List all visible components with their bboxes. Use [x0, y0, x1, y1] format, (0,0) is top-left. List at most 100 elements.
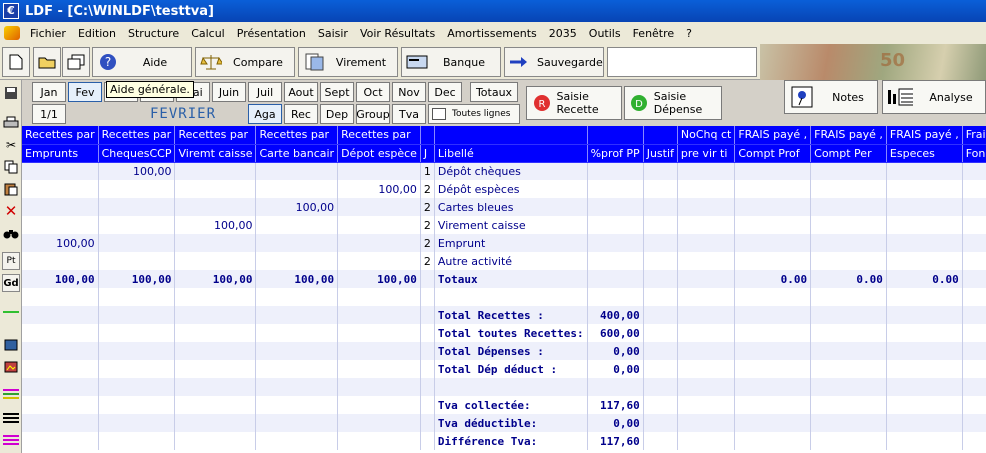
table-cell[interactable] [643, 360, 678, 378]
table-cell[interactable] [677, 360, 736, 378]
table-cell[interactable] [174, 378, 257, 396]
new-file-icon[interactable] [2, 47, 30, 77]
table-cell[interactable] [22, 360, 99, 378]
banque-button[interactable]: Banque [401, 47, 501, 77]
table-cell[interactable] [255, 234, 339, 252]
month-juil[interactable]: Juil [248, 82, 282, 102]
menu-2035[interactable]: 2035 [543, 27, 583, 40]
table-cell[interactable] [174, 234, 257, 252]
table-cell[interactable] [810, 342, 887, 360]
copy-icon[interactable] [2, 158, 20, 176]
table-cell[interactable] [734, 216, 812, 234]
table-cell[interactable] [643, 216, 678, 234]
table-cell[interactable]: 100,00 [98, 162, 176, 180]
menu-saisir[interactable]: Saisir [312, 27, 354, 40]
table-cell[interactable] [643, 378, 678, 396]
table-cell[interactable] [677, 198, 736, 216]
table-cell[interactable] [643, 252, 678, 270]
table-cell[interactable]: 100,00 [174, 270, 257, 288]
table-cell[interactable] [886, 396, 963, 414]
table-cell[interactable] [810, 324, 887, 342]
table-cell[interactable]: Emprunt [434, 234, 588, 252]
column-header[interactable]: Especes [886, 144, 963, 163]
toutes-lignes-checkbox[interactable] [432, 108, 446, 120]
table-cell[interactable] [434, 288, 588, 306]
table-cell[interactable] [810, 198, 887, 216]
table-cell[interactable] [734, 396, 812, 414]
table-cell[interactable] [962, 324, 986, 342]
table-cell[interactable] [810, 252, 887, 270]
small-font-button[interactable]: Pt [2, 252, 20, 270]
table-cell[interactable]: Dépôt espèces [434, 180, 588, 198]
table-cell[interactable] [174, 324, 257, 342]
table-cell[interactable] [337, 216, 421, 234]
month-aout[interactable]: Aout [284, 82, 318, 102]
table-cell[interactable] [98, 378, 176, 396]
column-header[interactable]: Recettes par [22, 126, 99, 145]
filter-aga[interactable]: Aga [248, 104, 282, 124]
month-nov[interactable]: Nov [392, 82, 426, 102]
menu-structure[interactable]: Structure [122, 27, 185, 40]
table-cell[interactable]: Total Recettes : [434, 306, 588, 324]
table-cell[interactable] [337, 414, 421, 432]
column-header[interactable]: ChequesCCP [98, 144, 176, 163]
table-cell[interactable] [420, 288, 435, 306]
table-cell[interactable] [962, 378, 986, 396]
black-lines-icon[interactable] [2, 409, 20, 427]
table-cell[interactable] [420, 378, 435, 396]
table-cell[interactable] [337, 396, 421, 414]
table-cell[interactable] [677, 288, 736, 306]
table-cell[interactable]: Dépôt chèques [434, 162, 588, 180]
table-cell[interactable]: 117,60 [587, 396, 644, 414]
table-cell[interactable] [420, 396, 435, 414]
table-cell[interactable] [643, 342, 678, 360]
table-cell[interactable] [962, 306, 986, 324]
table-cell[interactable] [734, 432, 812, 450]
table-cell[interactable]: 100,00 [255, 270, 339, 288]
table-cell[interactable] [810, 288, 887, 306]
table-cell[interactable] [255, 360, 339, 378]
table-cell[interactable] [420, 342, 435, 360]
save-icon[interactable] [2, 84, 20, 102]
table-cell[interactable] [98, 396, 176, 414]
month-jan[interactable]: Jan [32, 82, 66, 102]
table-cell[interactable] [587, 234, 644, 252]
table-cell[interactable] [98, 252, 176, 270]
column-header[interactable]: pre vir ti [677, 144, 736, 163]
column-header[interactable] [643, 126, 678, 145]
sauvegarde-button[interactable]: Sauvegarde [504, 47, 604, 77]
table-cell[interactable] [734, 342, 812, 360]
month-sept[interactable]: Sept [320, 82, 354, 102]
table-cell[interactable] [810, 234, 887, 252]
table-cell[interactable]: 0.00 [810, 270, 887, 288]
table-cell[interactable] [734, 234, 812, 252]
table-cell[interactable] [337, 342, 421, 360]
table-cell[interactable] [434, 378, 588, 396]
table-cell[interactable] [337, 288, 421, 306]
table-cell[interactable]: 0,00 [587, 360, 644, 378]
table-cell[interactable] [98, 180, 176, 198]
table-cell[interactable]: 2 [420, 252, 435, 270]
table-cell[interactable] [734, 324, 812, 342]
large-font-button[interactable]: Gd [2, 274, 20, 292]
table-cell[interactable] [962, 342, 986, 360]
column-header[interactable]: Carte bancair [255, 144, 339, 163]
table-cell[interactable] [98, 432, 176, 450]
table-cell[interactable]: Virement caisse [434, 216, 588, 234]
table-cell[interactable] [886, 378, 963, 396]
table-cell[interactable] [98, 306, 176, 324]
menu-calcul[interactable]: Calcul [185, 27, 231, 40]
table-cell[interactable] [587, 162, 644, 180]
table-cell[interactable] [22, 432, 99, 450]
table-cell[interactable] [255, 396, 339, 414]
table-cell[interactable] [174, 180, 257, 198]
table-cell[interactable]: 100,00 [22, 270, 99, 288]
table-cell[interactable] [587, 288, 644, 306]
table-cell[interactable] [734, 378, 812, 396]
table-cell[interactable] [962, 252, 986, 270]
table-cell[interactable] [677, 162, 736, 180]
menu-amortissements[interactable]: Amortissements [441, 27, 543, 40]
table-cell[interactable]: 100,00 [337, 270, 421, 288]
column-header[interactable] [587, 126, 644, 145]
open-folder-icon[interactable] [33, 47, 61, 77]
